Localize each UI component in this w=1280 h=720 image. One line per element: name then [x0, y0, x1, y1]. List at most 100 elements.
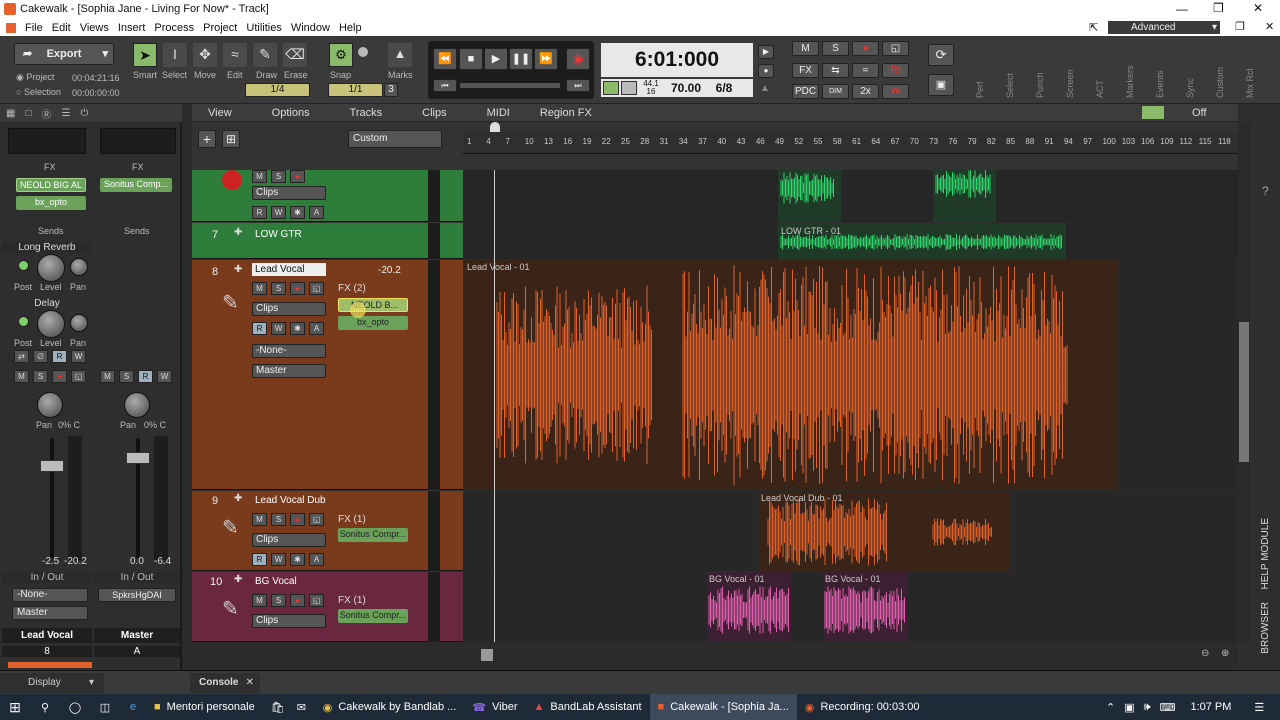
- menu-views[interactable]: Views: [80, 22, 109, 34]
- close-doc-icon[interactable]: ✕: [1265, 20, 1274, 33]
- loop-toggle-button[interactable]: ⟳: [928, 44, 954, 66]
- language-icon[interactable]: ⌨: [1160, 701, 1176, 714]
- metronome-toggle-icon[interactable]: ▲: [760, 83, 772, 95]
- play-button[interactable]: ▶: [484, 48, 508, 70]
- w-button[interactable]: W: [882, 84, 909, 99]
- track-preset-select[interactable]: Custom: [348, 130, 442, 148]
- store-icon[interactable]: 🛍: [263, 694, 289, 720]
- power-icon[interactable]: ⏻: [80, 108, 88, 119]
- track8-output-select[interactable]: Master: [252, 364, 326, 378]
- fx-bin-label[interactable]: FX (1): [338, 595, 366, 606]
- tray-chevron-icon[interactable]: ⌃: [1106, 701, 1115, 714]
- shrink-icon[interactable]: ⇱: [1089, 21, 1098, 34]
- clip-label-low-gtr[interactable]: LOW GTR - 01: [781, 226, 841, 236]
- automation-read-button[interactable]: ⇆: [822, 63, 849, 78]
- marks-resolution[interactable]: 1/1: [328, 83, 383, 97]
- now-time-marker[interactable]: [490, 122, 500, 132]
- tempo-value[interactable]: 70.00: [663, 81, 709, 95]
- track10-mute[interactable]: M: [252, 594, 267, 607]
- track6-a[interactable]: A: [309, 206, 324, 219]
- zoom-in-icon[interactable]: ⊕: [1221, 648, 1229, 659]
- track8-star[interactable]: ✱: [290, 322, 305, 335]
- master-read-button[interactable]: R: [138, 370, 153, 383]
- input-echo-button[interactable]: ◱: [882, 41, 909, 56]
- track10-arm[interactable]: ●: [290, 594, 305, 607]
- send2-enable-led[interactable]: [18, 316, 29, 327]
- fx-bypass-button[interactable]: FX: [792, 63, 819, 78]
- track-name[interactable]: BG Vocal: [252, 575, 300, 588]
- cortana-icon[interactable]: ◯: [60, 694, 90, 720]
- menu-process[interactable]: Process: [154, 22, 194, 34]
- mail-icon[interactable]: ✉: [289, 694, 315, 720]
- 2x-button[interactable]: 2x: [852, 84, 879, 99]
- taskbar-item-viber[interactable]: ☎ Viber: [464, 694, 525, 720]
- master-output-select[interactable]: SpkrsHgDAI: [98, 588, 176, 602]
- arrange-icon[interactable]: ▦: [6, 108, 15, 119]
- solo-button[interactable]: S: [33, 370, 48, 383]
- browser-tab[interactable]: BROWSER: [1260, 602, 1271, 654]
- auto-punch-button[interactable]: ●: [758, 64, 774, 78]
- send2-level-knob[interactable]: [37, 310, 65, 338]
- send2-pan-knob[interactable]: [70, 314, 88, 332]
- network-icon[interactable]: ▣: [1124, 701, 1134, 714]
- clips-pane[interactable]: LOW GTR - 01 Lead Vocal - 01 Lead Vocal …: [463, 170, 1238, 642]
- project-radio[interactable]: ◉ Project: [16, 72, 54, 83]
- sync-toggle-button[interactable]: ▣: [928, 74, 954, 96]
- start-button[interactable]: ⊞: [0, 694, 30, 720]
- module-perf[interactable]: Perf: [975, 42, 989, 98]
- taskbar-item-recording[interactable]: ◉ Recording: 00:03:00: [797, 694, 928, 720]
- track8-clips-select[interactable]: Clips: [252, 302, 326, 316]
- echo-button[interactable]: ◱: [71, 370, 86, 383]
- clip-icon[interactable]: □: [25, 108, 31, 119]
- export-button[interactable]: ➦ Export ▾: [14, 43, 114, 65]
- menu-help[interactable]: Help: [339, 22, 362, 34]
- send-pan-knob[interactable]: [70, 258, 88, 276]
- track6-read[interactable]: R: [252, 206, 267, 219]
- track-volume[interactable]: -20.2: [378, 265, 401, 276]
- menu-options[interactable]: Options: [272, 107, 310, 119]
- track8-a[interactable]: A: [309, 322, 324, 335]
- maximize-button[interactable]: ❐: [1213, 1, 1224, 15]
- track6-mute[interactable]: M: [252, 170, 267, 183]
- meter-value[interactable]: 6/8: [709, 81, 739, 95]
- module-act[interactable]: ACT: [1095, 42, 1109, 98]
- clock[interactable]: 1:07 PM: [1190, 701, 1231, 713]
- tool-erase[interactable]: ⌫: [283, 43, 307, 67]
- track10-echo[interactable]: ◱: [309, 594, 324, 607]
- track6-write[interactable]: W: [271, 206, 286, 219]
- track9-star[interactable]: ✱: [290, 553, 305, 566]
- marks-count[interactable]: 3: [384, 83, 398, 97]
- track-name[interactable]: Lead Vocal: [252, 263, 326, 276]
- pause-button[interactable]: ❚❚: [509, 48, 533, 70]
- volume-fader[interactable]: [40, 460, 64, 472]
- menu-utilities[interactable]: Utilities: [246, 22, 281, 34]
- taskbar-item-cakewalk[interactable]: ■ Cakewalk - [Sophia Ja...: [649, 694, 797, 720]
- close-icon[interactable]: ✕: [246, 673, 254, 693]
- track9-solo[interactable]: S: [271, 513, 286, 526]
- help-icon[interactable]: ?: [1262, 184, 1269, 198]
- fx-slot-bx-opto[interactable]: bx_opto: [16, 196, 86, 210]
- add-folder-button[interactable]: ⊞: [222, 130, 240, 148]
- menu-project[interactable]: Project: [203, 22, 237, 34]
- solo-all-button[interactable]: S: [822, 41, 849, 56]
- horizontal-scrollbar[interactable]: ⊖ ⊕: [463, 648, 1238, 662]
- record-arm-all-button[interactable]: ●: [852, 41, 879, 56]
- minimize-button[interactable]: —: [1176, 2, 1188, 16]
- vscroll-thumb[interactable]: [1239, 322, 1249, 462]
- pan-knob[interactable]: [37, 392, 63, 418]
- track6-arm[interactable]: ●: [290, 170, 305, 183]
- invert-icon[interactable]: ∅: [33, 350, 48, 363]
- track9-echo[interactable]: ◱: [309, 513, 324, 526]
- taskbar-item-folder[interactable]: ■ Mentori personale: [146, 694, 263, 720]
- fx-slot-neold[interactable]: NEOLD B...: [338, 298, 408, 312]
- eq-display-master[interactable]: [100, 128, 176, 154]
- master-pan-knob[interactable]: [124, 392, 150, 418]
- selection-radio[interactable]: ○ Selection: [16, 87, 61, 97]
- module-custom[interactable]: Custom: [1215, 42, 1229, 98]
- list-icon[interactable]: ☰: [62, 108, 71, 119]
- track6-clips-select[interactable]: Clips: [252, 186, 326, 200]
- track9-arm[interactable]: ●: [290, 513, 305, 526]
- module-select[interactable]: Select: [1005, 42, 1019, 98]
- track10-clips-select[interactable]: Clips: [252, 614, 326, 628]
- track9-clips-select[interactable]: Clips: [252, 533, 326, 547]
